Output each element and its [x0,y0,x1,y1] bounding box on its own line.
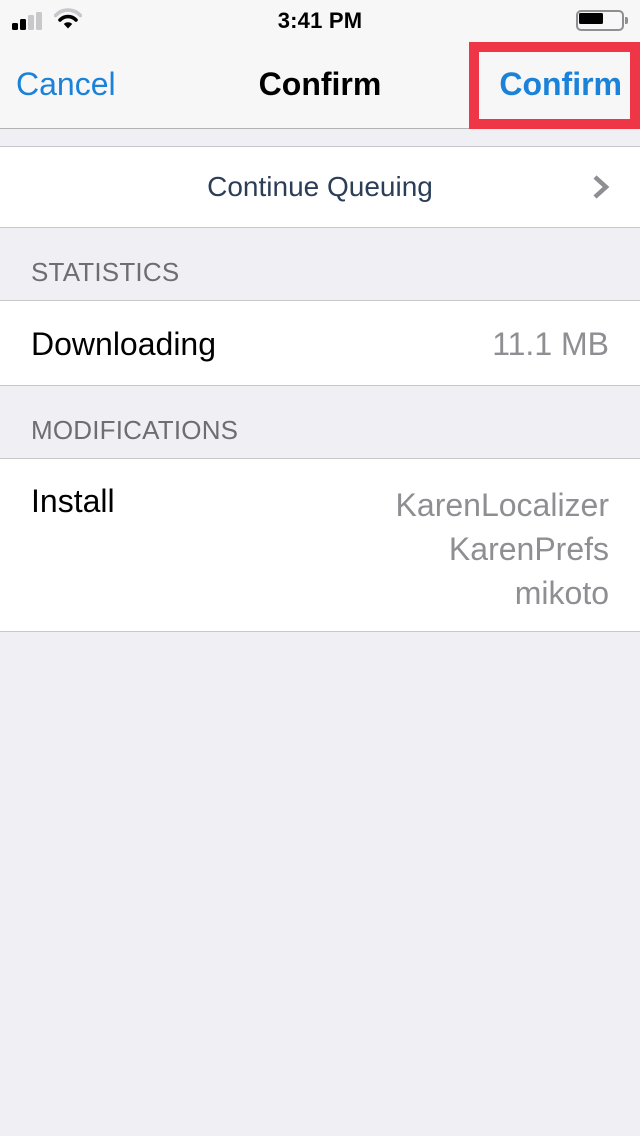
install-package-list: KarenLocalizer KarenPrefs mikoto [396,483,609,615]
confirm-screen: 3:41 PM Cancel Confirm Confirm Continue … [0,0,640,1136]
status-bar: 3:41 PM [0,0,640,40]
downloading-label: Downloading [31,326,217,362]
chevron-right-icon [593,175,610,199]
package-name: mikoto [514,575,609,611]
battery-icon [576,10,628,31]
navigation-bar: Cancel Confirm Confirm [0,40,640,128]
cancel-button[interactable]: Cancel [16,66,116,103]
package-name: KarenLocalizer [395,487,609,523]
modifications-section-header: MODIFICATIONS [31,415,239,445]
confirm-button[interactable]: Confirm [499,66,622,103]
package-name: KarenPrefs [448,531,609,567]
battery-level [579,13,603,24]
downloading-size: 11.1 MB [492,326,609,362]
statistics-section-header: STATISTICS [31,257,180,287]
status-time: 3:41 PM [277,8,363,33]
top-bar: 3:41 PM Cancel Confirm Confirm [0,0,640,129]
install-cell: Install KarenLocalizer KarenPrefs mikoto [0,458,640,632]
continue-queuing-label: Continue Queuing [207,171,433,202]
continue-queuing-cell[interactable]: Continue Queuing [0,146,640,228]
install-label: Install [31,483,115,519]
downloading-cell: Downloading 11.1 MB [0,300,640,386]
battery-tip [625,17,628,24]
